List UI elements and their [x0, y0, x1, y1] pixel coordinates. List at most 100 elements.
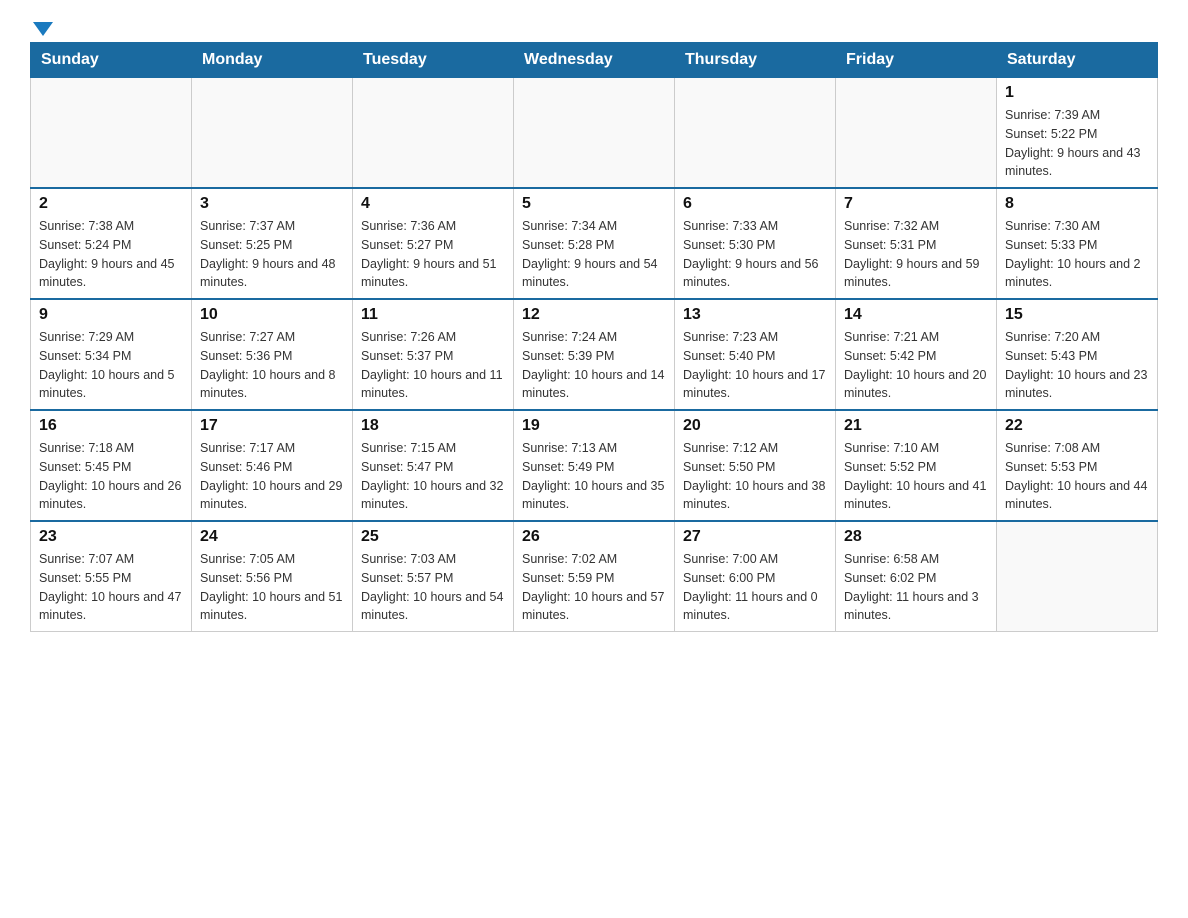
- day-number: 1: [1005, 84, 1149, 102]
- day-number: 17: [200, 417, 344, 435]
- weekday-header-sunday: Sunday: [31, 43, 192, 78]
- day-info: Sunrise: 7:27 AMSunset: 5:36 PMDaylight:…: [200, 328, 344, 403]
- day-info: Sunrise: 7:18 AMSunset: 5:45 PMDaylight:…: [39, 439, 183, 514]
- calendar-cell: [192, 78, 353, 189]
- calendar-cell: 6 Sunrise: 7:33 AMSunset: 5:30 PMDaylight…: [675, 188, 836, 299]
- day-number: 23: [39, 528, 183, 546]
- day-number: 11: [361, 306, 505, 324]
- calendar-cell: 5 Sunrise: 7:34 AMSunset: 5:28 PMDaylight…: [514, 188, 675, 299]
- day-info: Sunrise: 7:17 AMSunset: 5:46 PMDaylight:…: [200, 439, 344, 514]
- day-info: Sunrise: 7:02 AMSunset: 5:59 PMDaylight:…: [522, 550, 666, 625]
- calendar-cell: 7Sunrise: 7:32 AMSunset: 5:31 PMDaylight…: [836, 188, 997, 299]
- calendar-cell: 13Sunrise: 7:23 AMSunset: 5:40 PMDayligh…: [675, 299, 836, 410]
- calendar-cell: 12Sunrise: 7:24 AMSunset: 5:39 PMDayligh…: [514, 299, 675, 410]
- calendar-cell: [997, 521, 1158, 632]
- day-info: Sunrise: 7:26 AMSunset: 5:37 PMDaylight:…: [361, 328, 505, 403]
- day-info: Sunrise: 7:13 AMSunset: 5:49 PMDaylight:…: [522, 439, 666, 514]
- day-number: 28: [844, 528, 988, 546]
- day-info: Sunrise: 7:08 AMSunset: 5:53 PMDaylight:…: [1005, 439, 1149, 514]
- day-number: 5: [522, 195, 666, 213]
- calendar-cell: 22 Sunrise: 7:08 AMSunset: 5:53 PMDayligh…: [997, 410, 1158, 521]
- logo: [30, 20, 53, 32]
- day-info: Sunrise: 7:32 AMSunset: 5:31 PMDaylight:…: [844, 217, 988, 292]
- day-number: 27: [683, 528, 827, 546]
- day-number: 24: [200, 528, 344, 546]
- day-number: 15: [1005, 306, 1149, 324]
- calendar-cell: 8 Sunrise: 7:30 AMSunset: 5:33 PMDaylight…: [997, 188, 1158, 299]
- day-number: 20: [683, 417, 827, 435]
- day-info: Sunrise: 7:37 AMSunset: 5:25 PMDaylight:…: [200, 217, 344, 292]
- day-number: 10: [200, 306, 344, 324]
- day-number: 22: [1005, 417, 1149, 435]
- calendar-cell: 20 Sunrise: 7:12 AMSunset: 5:50 PMDayligh…: [675, 410, 836, 521]
- day-number: 16: [39, 417, 183, 435]
- day-number: 14: [844, 306, 988, 324]
- calendar-week-row: 2 Sunrise: 7:38 AMSunset: 5:24 PMDaylight…: [31, 188, 1158, 299]
- day-info: Sunrise: 7:10 AMSunset: 5:52 PMDaylight:…: [844, 439, 988, 514]
- day-info: Sunrise: 6:58 AMSunset: 6:02 PMDaylight:…: [844, 550, 988, 625]
- weekday-header-monday: Monday: [192, 43, 353, 78]
- calendar-cell: [675, 78, 836, 189]
- day-number: 18: [361, 417, 505, 435]
- weekday-header-saturday: Saturday: [997, 43, 1158, 78]
- weekday-header-thursday: Thursday: [675, 43, 836, 78]
- calendar-cell: 1 Sunrise: 7:39 AMSunset: 5:22 PMDaylight…: [997, 78, 1158, 189]
- calendar-week-row: 9 Sunrise: 7:29 AMSunset: 5:34 PMDaylight…: [31, 299, 1158, 410]
- calendar-cell: 25 Sunrise: 7:03 AMSunset: 5:57 PMDayligh…: [353, 521, 514, 632]
- day-number: 3: [200, 195, 344, 213]
- day-number: 26: [522, 528, 666, 546]
- logo-triangle-icon: [33, 22, 53, 36]
- day-number: 9: [39, 306, 183, 324]
- day-info: Sunrise: 7:30 AMSunset: 5:33 PMDaylight:…: [1005, 217, 1149, 292]
- calendar-week-row: 23 Sunrise: 7:07 AMSunset: 5:55 PMDayligh…: [31, 521, 1158, 632]
- calendar-cell: 19 Sunrise: 7:13 AMSunset: 5:49 PMDayligh…: [514, 410, 675, 521]
- weekday-header-tuesday: Tuesday: [353, 43, 514, 78]
- calendar-week-row: 16 Sunrise: 7:18 AMSunset: 5:45 PMDayligh…: [31, 410, 1158, 521]
- day-info: Sunrise: 7:00 AMSunset: 6:00 PMDaylight:…: [683, 550, 827, 625]
- calendar-cell: 15 Sunrise: 7:20 AMSunset: 5:43 PMDayligh…: [997, 299, 1158, 410]
- calendar-cell: 14 Sunrise: 7:21 AMSunset: 5:42 PMDayligh…: [836, 299, 997, 410]
- day-info: Sunrise: 7:39 AMSunset: 5:22 PMDaylight:…: [1005, 106, 1149, 181]
- calendar-cell: [514, 78, 675, 189]
- page-header: [30, 20, 1158, 32]
- calendar-cell: 16 Sunrise: 7:18 AMSunset: 5:45 PMDayligh…: [31, 410, 192, 521]
- day-number: 25: [361, 528, 505, 546]
- calendar-cell: 21Sunrise: 7:10 AMSunset: 5:52 PMDayligh…: [836, 410, 997, 521]
- day-info: Sunrise: 7:20 AMSunset: 5:43 PMDaylight:…: [1005, 328, 1149, 403]
- day-info: Sunrise: 7:21 AMSunset: 5:42 PMDaylight:…: [844, 328, 988, 403]
- day-number: 19: [522, 417, 666, 435]
- day-info: Sunrise: 7:38 AMSunset: 5:24 PMDaylight:…: [39, 217, 183, 292]
- day-number: 2: [39, 195, 183, 213]
- calendar-cell: 18 Sunrise: 7:15 AMSunset: 5:47 PMDayligh…: [353, 410, 514, 521]
- calendar-cell: 9 Sunrise: 7:29 AMSunset: 5:34 PMDaylight…: [31, 299, 192, 410]
- day-number: 8: [1005, 195, 1149, 213]
- calendar-cell: [353, 78, 514, 189]
- day-info: Sunrise: 7:34 AMSunset: 5:28 PMDaylight:…: [522, 217, 666, 292]
- calendar-cell: [31, 78, 192, 189]
- weekday-header-wednesday: Wednesday: [514, 43, 675, 78]
- day-info: Sunrise: 7:15 AMSunset: 5:47 PMDaylight:…: [361, 439, 505, 514]
- calendar-table: SundayMondayTuesdayWednesdayThursdayFrid…: [30, 42, 1158, 632]
- day-info: Sunrise: 7:05 AMSunset: 5:56 PMDaylight:…: [200, 550, 344, 625]
- day-info: Sunrise: 7:07 AMSunset: 5:55 PMDaylight:…: [39, 550, 183, 625]
- calendar-cell: 28 Sunrise: 6:58 AMSunset: 6:02 PMDayligh…: [836, 521, 997, 632]
- calendar-cell: 10 Sunrise: 7:27 AMSunset: 5:36 PMDayligh…: [192, 299, 353, 410]
- day-info: Sunrise: 7:29 AMSunset: 5:34 PMDaylight:…: [39, 328, 183, 403]
- day-info: Sunrise: 7:33 AMSunset: 5:30 PMDaylight:…: [683, 217, 827, 292]
- weekday-header-friday: Friday: [836, 43, 997, 78]
- calendar-cell: 2 Sunrise: 7:38 AMSunset: 5:24 PMDaylight…: [31, 188, 192, 299]
- calendar-cell: 26 Sunrise: 7:02 AMSunset: 5:59 PMDayligh…: [514, 521, 675, 632]
- day-number: 6: [683, 195, 827, 213]
- day-info: Sunrise: 7:23 AMSunset: 5:40 PMDaylight:…: [683, 328, 827, 403]
- weekday-header-row: SundayMondayTuesdayWednesdayThursdayFrid…: [31, 43, 1158, 78]
- calendar-week-row: 1 Sunrise: 7:39 AMSunset: 5:22 PMDaylight…: [31, 78, 1158, 189]
- day-number: 12: [522, 306, 666, 324]
- calendar-cell: 23 Sunrise: 7:07 AMSunset: 5:55 PMDayligh…: [31, 521, 192, 632]
- day-info: Sunrise: 7:12 AMSunset: 5:50 PMDaylight:…: [683, 439, 827, 514]
- calendar-cell: 24 Sunrise: 7:05 AMSunset: 5:56 PMDayligh…: [192, 521, 353, 632]
- calendar-cell: [836, 78, 997, 189]
- day-number: 4: [361, 195, 505, 213]
- day-info: Sunrise: 7:03 AMSunset: 5:57 PMDaylight:…: [361, 550, 505, 625]
- day-info: Sunrise: 7:36 AMSunset: 5:27 PMDaylight:…: [361, 217, 505, 292]
- calendar-cell: 4 Sunrise: 7:36 AMSunset: 5:27 PMDaylight…: [353, 188, 514, 299]
